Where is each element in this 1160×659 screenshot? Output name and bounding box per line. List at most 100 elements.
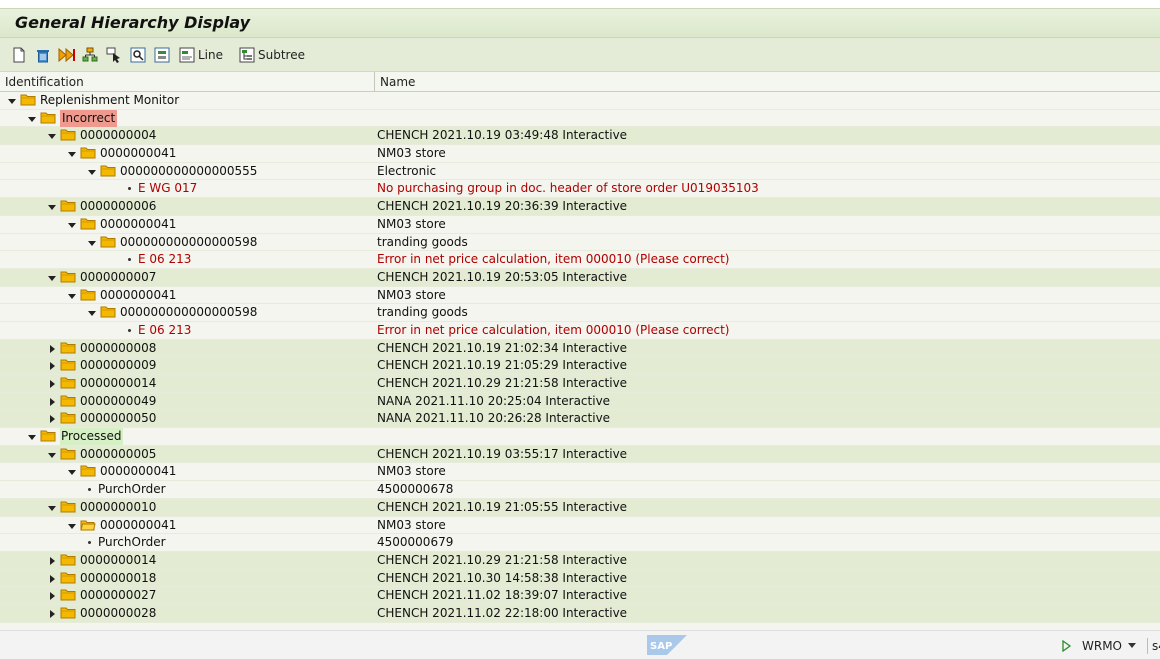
tree-row[interactable]: 0000000009 CHENCH 2021.10.19 21:05:29 Int… [0,357,1160,375]
tree-row[interactable]: 000000000000000598 tranding goods [0,234,1160,252]
node-identification[interactable]: 0000000007 [80,269,156,286]
collapse-arrow-icon[interactable] [67,463,77,480]
find-next-button[interactable] [154,46,170,64]
expand-arrow-icon[interactable] [47,393,57,410]
node-identification[interactable]: 0000000005 [80,446,156,463]
expand-arrow-icon[interactable] [47,357,57,374]
node-identification[interactable]: Processed [60,428,123,446]
node-identification[interactable]: 000000000000000598 [120,234,257,251]
collapse-arrow-icon[interactable] [7,92,17,109]
select-button[interactable] [106,46,122,64]
tree-row[interactable]: Replenishment Monitor [0,92,1160,110]
node-identification[interactable]: 0000000004 [80,127,156,144]
tree-row[interactable]: 000000000000000598 tranding goods [0,304,1160,322]
node-identification[interactable]: Incorrect [60,109,118,127]
node-identification[interactable]: 0000000041 [100,517,176,534]
expand-all-button[interactable] [58,46,76,64]
node-identification[interactable]: 0000000050 [80,410,156,427]
tree-row[interactable]: 0000000028 CHENCH 2021.11.02 22:18:00 Int… [0,604,1160,623]
node-identification[interactable]: 0000000010 [80,499,156,516]
tree-row[interactable]: 000000000000000555 Electronic [0,163,1160,181]
node-identification[interactable]: 0000000027 [80,587,156,604]
node-identification[interactable]: 0000000009 [80,357,156,374]
expand-arrow-icon[interactable] [47,605,57,622]
collapse-arrow-icon[interactable] [47,446,57,463]
tree-row[interactable]: 0000000014 CHENCH 2021.10.29 21:21:58 Int… [0,375,1160,393]
tree-row[interactable]: 0000000006 CHENCH 2021.10.19 20:36:39 Int… [0,198,1160,216]
tree-row[interactable]: Processed [0,428,1160,446]
expand-arrow-icon[interactable] [47,375,57,392]
collapse-arrow-icon[interactable] [87,304,97,321]
node-identification[interactable]: 0000000041 [100,287,176,304]
collapse-arrow-icon[interactable] [67,216,77,233]
node-identification[interactable]: E 06 213 [138,251,191,268]
tree-row[interactable]: PurchOrder 4500000679 [0,534,1160,552]
node-identification[interactable]: 0000000006 [80,198,156,215]
node-identification[interactable]: Replenishment Monitor [40,92,179,109]
tree-row[interactable]: E 06 213 Error in net price calculation, … [0,251,1160,269]
tree-row[interactable]: 0000000041 NM03 store [0,216,1160,234]
find-button[interactable] [130,46,146,64]
node-identification[interactable]: 0000000014 [80,552,156,569]
collapse-arrow-icon[interactable] [67,517,77,534]
node-identification[interactable]: PurchOrder [98,481,166,498]
tree-row[interactable]: PurchOrder 4500000678 [0,481,1160,499]
column-identification[interactable]: Identification [5,75,84,89]
play-icon[interactable] [1062,640,1072,652]
node-identification[interactable]: 0000000041 [100,216,176,233]
tree-row[interactable]: 0000000050 NANA 2021.11.10 20:26:28 Inter… [0,410,1160,429]
expand-arrow-icon[interactable] [47,552,57,569]
tree-row[interactable]: E 06 213 Error in net price calculation, … [0,322,1160,340]
tree-row[interactable]: 0000000007 CHENCH 2021.10.19 20:53:05 Int… [0,268,1160,287]
column-name[interactable]: Name [380,75,415,89]
tree-row[interactable]: 0000000010 CHENCH 2021.10.19 21:05:55 Int… [0,498,1160,517]
collapse-arrow-icon[interactable] [27,110,37,127]
collapse-arrow-icon[interactable] [67,287,77,304]
subtree-button[interactable]: Subtree [239,46,305,64]
collapse-arrow-icon[interactable] [47,127,57,144]
expand-arrow-icon[interactable] [47,410,57,427]
delete-button[interactable] [35,46,51,64]
tree-row[interactable]: 0000000005 CHENCH 2021.10.19 03:55:17 Int… [0,445,1160,464]
node-identification[interactable]: 0000000049 [80,393,156,410]
node-identification[interactable]: 0000000008 [80,340,156,357]
collapse-arrow-icon[interactable] [47,198,57,215]
collapse-arrow-icon[interactable] [47,499,57,516]
node-identification[interactable]: PurchOrder [98,534,166,551]
node-identification[interactable]: E WG 017 [138,180,197,197]
tree-row[interactable]: 0000000041 NM03 store [0,517,1160,535]
node-identification[interactable]: 0000000028 [80,605,156,622]
node-identification[interactable]: 000000000000000555 [120,163,257,180]
chevron-down-icon[interactable] [1127,642,1137,650]
tree-row[interactable]: 0000000041 NM03 store [0,287,1160,305]
line-button[interactable]: Line [179,46,223,64]
node-identification[interactable]: 000000000000000598 [120,304,257,321]
expand-arrow-icon[interactable] [47,587,57,604]
tree-row[interactable]: Incorrect [0,109,1160,128]
tree-row[interactable]: 0000000049 NANA 2021.11.10 20:25:04 Inter… [0,392,1160,411]
tree-row[interactable]: 0000000018 CHENCH 2021.10.30 14:58:38 Int… [0,569,1160,588]
tree-row[interactable]: 0000000041 NM03 store [0,145,1160,163]
node-identification[interactable]: 0000000018 [80,570,156,587]
node-identification[interactable]: E 06 213 [138,322,191,339]
collapse-arrow-icon[interactable] [47,269,57,286]
column-separator[interactable] [374,72,375,92]
collapse-arrow-icon[interactable] [67,145,77,162]
expand-subtree-button[interactable] [82,46,98,64]
collapse-arrow-icon[interactable] [27,428,37,445]
system-name: WRMO [1082,639,1123,653]
tree-row[interactable]: 0000000041 NM03 store [0,463,1160,482]
node-identification[interactable]: 0000000014 [80,375,156,392]
tree-row[interactable]: 0000000027 CHENCH 2021.11.02 18:39:07 Int… [0,587,1160,605]
expand-arrow-icon[interactable] [47,570,57,587]
tree-row[interactable]: E WG 017 No purchasing group in doc. head… [0,180,1160,199]
new-document-button[interactable] [12,46,26,64]
tree-row[interactable]: 0000000004 CHENCH 2021.10.19 03:49:48 Int… [0,127,1160,146]
collapse-arrow-icon[interactable] [87,234,97,251]
collapse-arrow-icon[interactable] [87,163,97,180]
node-identification[interactable]: 0000000041 [100,145,176,162]
expand-arrow-icon[interactable] [47,340,57,357]
node-identification[interactable]: 0000000041 [100,463,176,480]
tree-row[interactable]: 0000000014 CHENCH 2021.10.29 21:21:58 Int… [0,551,1160,570]
tree-row[interactable]: 0000000008 CHENCH 2021.10.19 21:02:34 Int… [0,339,1160,358]
